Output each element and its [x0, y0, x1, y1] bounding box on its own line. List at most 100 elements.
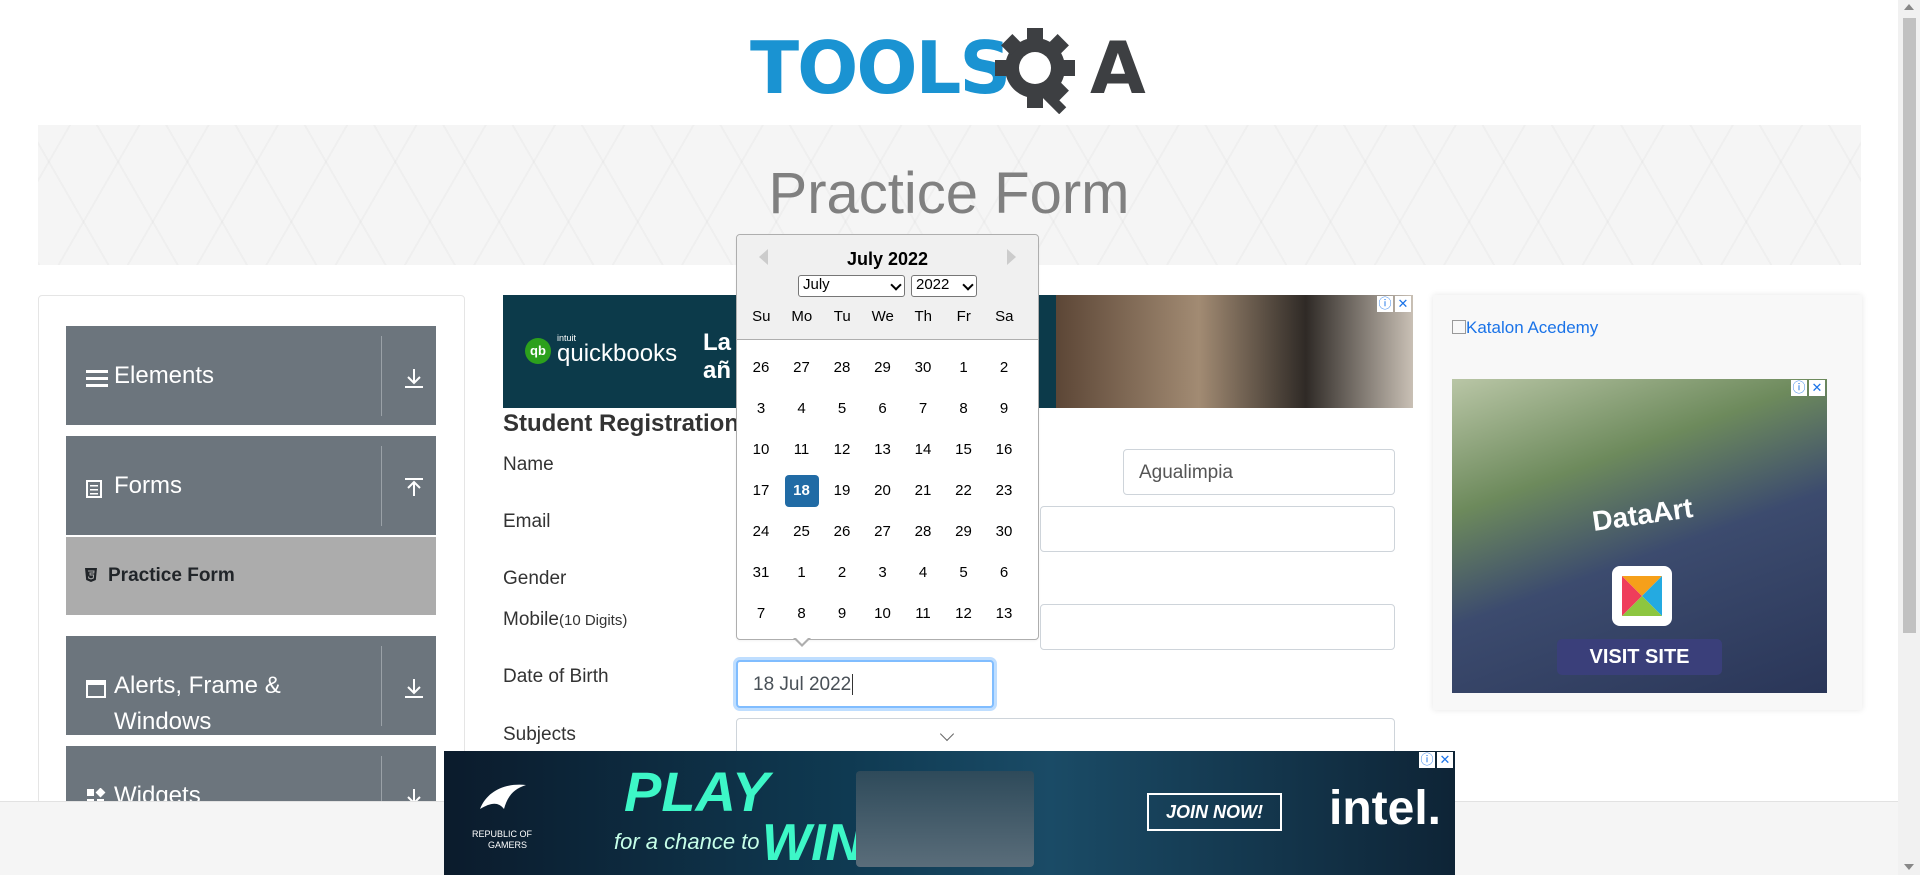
sidebar-group-forms[interactable]: Forms [66, 436, 436, 535]
dataart-logo-icon [1612, 566, 1672, 626]
ad-win-text: WIN [762, 814, 864, 872]
mobile-label: Mobile(10 Digits) [503, 609, 628, 630]
year-select[interactable]: 2022 [911, 275, 977, 297]
sidebar-group-elements[interactable]: Elements [66, 326, 436, 425]
html5-icon [85, 568, 97, 582]
calendar-day[interactable]: 7 [906, 393, 940, 425]
ad-info-icon[interactable]: ⓘ [1377, 296, 1393, 312]
calendar-day[interactable]: 13 [987, 598, 1021, 630]
intel-logo: intel. [1329, 782, 1442, 835]
calendar-day[interactable]: 28 [825, 352, 859, 384]
mobile-hint: (10 Digits) [558, 612, 628, 629]
date-picker-header: July 2022 July 2022 Su Mo Tu We Th Fr Sa [737, 235, 1038, 340]
calendar-day[interactable]: 13 [866, 434, 900, 466]
month-select[interactable]: July [798, 275, 905, 297]
calendar-day[interactable]: 1 [947, 352, 981, 384]
calendar-day[interactable]: 8 [785, 598, 819, 630]
calendar-day[interactable]: 12 [825, 434, 859, 466]
calendar-day[interactable]: 31 [744, 557, 778, 589]
ad-info-icon[interactable]: ⓘ [1419, 752, 1435, 768]
calendar-day[interactable]: 4 [906, 557, 940, 589]
calendar-day[interactable]: 22 [947, 475, 981, 507]
ad-close-icon[interactable]: ✕ [1437, 752, 1453, 768]
next-month-icon[interactable] [1007, 249, 1016, 265]
calendar-day[interactable]: 7 [744, 598, 778, 630]
calendar-day[interactable]: 20 [866, 475, 900, 507]
scroll-down-icon[interactable] [1904, 864, 1914, 870]
email-input[interactable] [1040, 506, 1395, 552]
calendar-day[interactable]: 10 [866, 598, 900, 630]
form-heading: Student Registration [503, 410, 740, 437]
dob-input[interactable]: 18 Jul 2022 [736, 660, 994, 708]
calendar-day[interactable]: 29 [947, 516, 981, 548]
sidebar-item-practice-form[interactable]: Practice Form [66, 537, 436, 615]
calendar-day[interactable]: 21 [906, 475, 940, 507]
upload-arrow-icon[interactable] [402, 476, 426, 500]
calendar-day[interactable]: 11 [906, 598, 940, 630]
mobile-input[interactable] [1040, 604, 1395, 650]
calendar-day[interactable]: 9 [825, 598, 859, 630]
dataart-brand: DataArt [1590, 492, 1695, 537]
calendar-day[interactable]: 30 [906, 352, 940, 384]
calendar-day[interactable]: 14 [906, 434, 940, 466]
toolsqa-logo[interactable]: TOOLS A [750, 18, 1155, 114]
calendar-day[interactable]: 27 [785, 352, 819, 384]
calendar-day[interactable]: 29 [866, 352, 900, 384]
calendar-day[interactable]: 28 [906, 516, 940, 548]
calendar-day[interactable]: 11 [785, 434, 819, 466]
rog-logo-icon [480, 784, 526, 809]
calendar-day[interactable]: 19 [825, 475, 859, 507]
weekday-label: Su [752, 308, 771, 325]
visit-site-button[interactable]: VISIT SITE [1557, 639, 1722, 675]
hamburger-icon [86, 370, 108, 387]
calendar-day[interactable]: 17 [744, 475, 778, 507]
calendar-day[interactable]: 25 [785, 516, 819, 548]
download-arrow-icon[interactable] [402, 366, 426, 390]
calendar-day-selected[interactable]: 18 [784, 475, 819, 507]
calendar-day[interactable]: 15 [947, 434, 981, 466]
calendar-day[interactable]: 1 [785, 557, 819, 589]
sidebar-group-alerts[interactable]: Alerts, Frame & Windows [66, 636, 436, 735]
join-now-button[interactable]: JOIN NOW! [1147, 793, 1282, 831]
calendar-day[interactable]: 5 [947, 557, 981, 589]
ad-info-icon[interactable]: ⓘ [1791, 380, 1807, 396]
calendar-day[interactable]: 12 [947, 598, 981, 630]
calendar-day[interactable]: 4 [785, 393, 819, 425]
download-arrow-icon[interactable] [402, 676, 426, 700]
sidebar-item-label: Practice Form [108, 565, 235, 586]
intel-rog-ad[interactable]: REPUBLIC OF GAMERS PLAY for a chance to … [444, 751, 1455, 875]
calendar-day[interactable]: 26 [744, 352, 778, 384]
scrollbar-thumb[interactable] [1903, 18, 1916, 633]
quickbooks-logo-icon: qb [525, 338, 551, 364]
calendar-day[interactable]: 16 [987, 434, 1021, 466]
calendar-day[interactable]: 2 [825, 557, 859, 589]
calendar-day[interactable]: 3 [744, 393, 778, 425]
calendar-day[interactable]: 5 [825, 393, 859, 425]
calendar-day[interactable]: 8 [947, 393, 981, 425]
calendar-day[interactable]: 23 [987, 475, 1021, 507]
weekday-label: Tu [833, 308, 851, 325]
last-name-input[interactable]: Agualimpia [1123, 449, 1395, 495]
katalon-ad-link[interactable]: Katalon Acedemy [1452, 318, 1598, 338]
ad-close-icon[interactable]: ✕ [1809, 380, 1825, 396]
calendar-day[interactable]: 2 [987, 352, 1021, 384]
date-picker-title: July 2022 [846, 249, 929, 269]
scroll-up-icon[interactable] [1904, 4, 1914, 10]
chevron-down-icon[interactable] [939, 726, 955, 742]
calendar-day[interactable]: 30 [987, 516, 1021, 548]
calendar-day[interactable]: 9 [987, 393, 1021, 425]
calendar-day[interactable]: 26 [825, 516, 859, 548]
sidebar-group-label: Alerts, Frame & [114, 672, 281, 699]
calendar-day[interactable]: 24 [744, 516, 778, 548]
ad-close-icon[interactable]: ✕ [1395, 296, 1411, 312]
email-label: Email [503, 511, 551, 532]
calendar-day[interactable]: 6 [987, 557, 1021, 589]
calendar-day[interactable]: 3 [866, 557, 900, 589]
calendar-day[interactable]: 27 [866, 516, 900, 548]
weekday-label: We [871, 308, 894, 325]
calendar-day[interactable]: 10 [744, 434, 778, 466]
weekday-label: Fr [956, 308, 971, 325]
calendar-day[interactable]: 6 [866, 393, 900, 425]
quickbooks-brand: quickbooks [557, 340, 678, 367]
dataart-ad[interactable]: DataArt VISIT SITE ⓘ ✕ [1452, 379, 1827, 693]
